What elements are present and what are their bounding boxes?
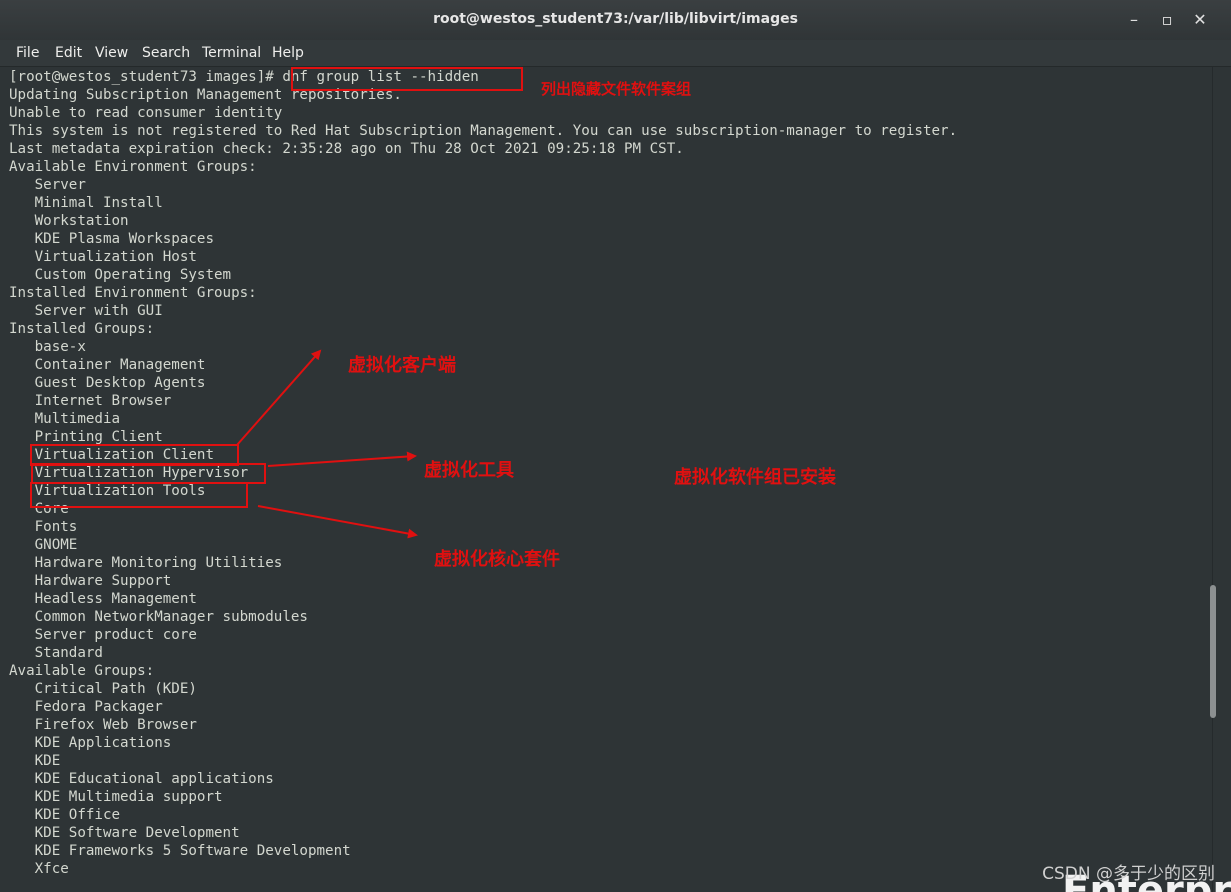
tools-annotation: 虚拟化工具: [424, 460, 514, 481]
installed-annotation: 虚拟化软件组已安装: [674, 467, 836, 488]
csdn-watermark: CSDN @多于少的区别: [1042, 864, 1215, 884]
arrow-to-tools-label: [267, 451, 417, 467]
arrow-to-core-label: [257, 505, 418, 539]
arrow-to-client-label: [236, 349, 322, 446]
annotation-arrows: [236, 349, 418, 539]
terminal-window: root@westos_student73:/var/lib/libvirt/i…: [0, 0, 1231, 892]
client-annotation: 虚拟化客户端: [348, 355, 456, 376]
hidden-list-annotation: 列出隐藏文件软件案组: [541, 80, 692, 98]
core-annotation: 虚拟化核心套件: [434, 549, 560, 570]
